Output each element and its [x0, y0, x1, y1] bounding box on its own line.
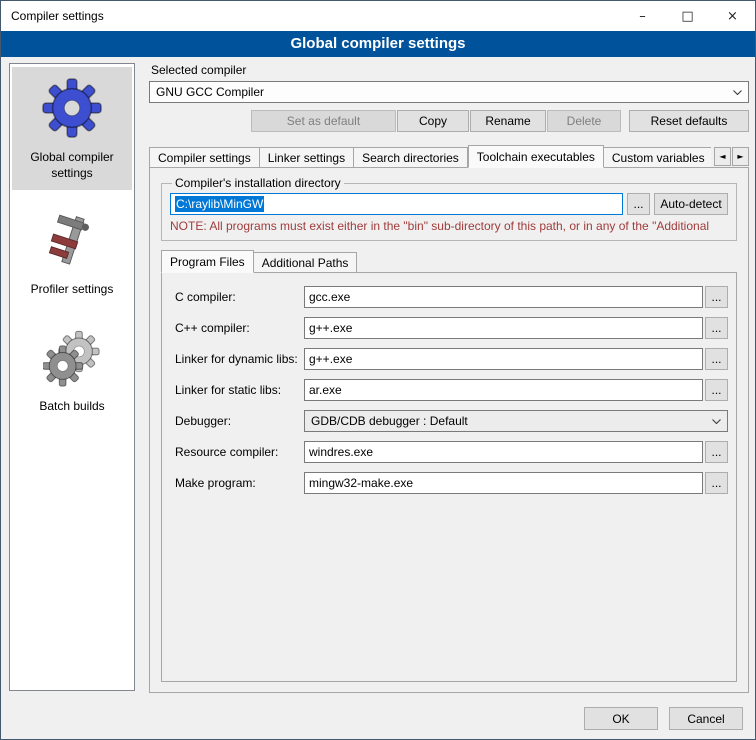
tab-linker-settings[interactable]: Linker settings: [260, 147, 354, 168]
cancel-button[interactable]: Cancel: [669, 707, 743, 730]
resource-compiler-browse-button[interactable]: ...: [705, 441, 728, 463]
cpp-compiler-browse-button[interactable]: ...: [705, 317, 728, 339]
close-button[interactable]: ×: [710, 1, 755, 31]
installation-directory-group: Compiler's installation directory C:\ray…: [161, 176, 737, 241]
profiler-clamp-icon: [43, 213, 101, 271]
chevron-down-icon: [728, 90, 742, 95]
delete-button: Delete: [547, 110, 621, 132]
settings-category-list: Global compiler settings Profiler settin…: [9, 63, 135, 691]
gray-gears-icon: [43, 330, 101, 388]
tab-compiler-settings[interactable]: Compiler settings: [149, 147, 260, 168]
c-compiler-input[interactable]: gcc.exe: [304, 286, 703, 308]
make-program-input[interactable]: mingw32-make.exe: [304, 472, 703, 494]
c-compiler-browse-button[interactable]: ...: [705, 286, 728, 308]
installation-directory-value: C:\raylib\MinGW: [175, 196, 264, 212]
set-as-default-button: Set as default: [251, 110, 396, 132]
debugger-value: GDB/CDB debugger : Default: [311, 414, 707, 428]
tab-scroll-left-icon[interactable]: ◄: [714, 147, 731, 166]
tab-toolchain-executables[interactable]: Toolchain executables: [468, 145, 604, 168]
settings-tabstrip: Compiler settings Linker settings Search…: [149, 145, 749, 168]
dialog-buttons: OK Cancel: [584, 707, 743, 730]
program-files-panel: C compiler: gcc.exe ... C++ compiler: g+…: [161, 272, 737, 682]
debugger-row: Debugger: GDB/CDB debugger : Default: [175, 410, 728, 432]
titlebar: Compiler settings – □ ×: [1, 1, 755, 31]
cpp-compiler-input[interactable]: g++.exe: [304, 317, 703, 339]
debugger-dropdown[interactable]: GDB/CDB debugger : Default: [304, 410, 728, 432]
chevron-down-icon: [707, 419, 721, 424]
tab-custom-variables[interactable]: Custom variables: [604, 147, 711, 168]
dynamic-linker-input[interactable]: g++.exe: [304, 348, 703, 370]
bin-subdirectory-note: NOTE: All programs must exist either in …: [170, 219, 728, 233]
compiler-actions: Set as default Copy Rename Delete Reset …: [149, 110, 749, 132]
dynamic-linker-row: Linker for dynamic libs: g++.exe ...: [175, 348, 728, 370]
make-program-browse-button[interactable]: ...: [705, 472, 728, 494]
ok-button[interactable]: OK: [584, 707, 658, 730]
resource-compiler-row: Resource compiler: windres.exe ...: [175, 441, 728, 463]
resource-compiler-input[interactable]: windres.exe: [304, 441, 703, 463]
static-linker-browse-button[interactable]: ...: [705, 379, 728, 401]
resource-compiler-label: Resource compiler:: [175, 445, 304, 459]
sidebar-item-label: Global compiler settings: [14, 150, 130, 181]
dynamic-linker-browse-button[interactable]: ...: [705, 348, 728, 370]
cpp-compiler-row: C++ compiler: g++.exe ...: [175, 317, 728, 339]
c-compiler-label: C compiler:: [175, 290, 304, 304]
installation-directory-legend: Compiler's installation directory: [172, 176, 344, 190]
cpp-compiler-label: C++ compiler:: [175, 321, 304, 335]
blue-gear-icon: [41, 77, 103, 139]
sidebar-item-label: Batch builds: [39, 399, 104, 415]
minimize-button[interactable]: –: [620, 1, 665, 31]
auto-detect-button[interactable]: Auto-detect: [654, 193, 728, 215]
tabs-scroll-area: Compiler settings Linker settings Search…: [149, 145, 711, 168]
rename-button[interactable]: Rename: [470, 110, 546, 132]
main-panel: Selected compiler GNU GCC Compiler Set a…: [149, 63, 749, 693]
program-files-tabstrip: Program Files Additional Paths: [161, 250, 737, 273]
compiler-settings-window: Compiler settings – □ × Global compiler …: [0, 0, 756, 740]
make-program-label: Make program:: [175, 476, 304, 490]
reset-defaults-button[interactable]: Reset defaults: [629, 110, 749, 132]
tab-search-directories[interactable]: Search directories: [354, 147, 468, 168]
selected-compiler-value: GNU GCC Compiler: [156, 85, 728, 99]
subtab-program-files[interactable]: Program Files: [161, 250, 254, 273]
sidebar-item-label: Profiler settings: [31, 282, 114, 298]
tab-scroll-buttons: ◄ ►: [714, 147, 749, 168]
copy-button[interactable]: Copy: [397, 110, 469, 132]
page-title: Global compiler settings: [1, 31, 755, 57]
window-title: Compiler settings: [1, 9, 104, 23]
maximize-button[interactable]: □: [665, 1, 710, 31]
selected-compiler-label: Selected compiler: [151, 63, 749, 77]
static-linker-row: Linker for static libs: ar.exe ...: [175, 379, 728, 401]
static-linker-input[interactable]: ar.exe: [304, 379, 703, 401]
debugger-label: Debugger:: [175, 414, 304, 428]
selected-compiler-dropdown[interactable]: GNU GCC Compiler: [149, 81, 749, 103]
toolchain-executables-panel: Compiler's installation directory C:\ray…: [149, 167, 749, 693]
subtab-additional-paths[interactable]: Additional Paths: [254, 252, 358, 273]
sidebar-item-global-compiler-settings[interactable]: Global compiler settings: [12, 67, 132, 190]
static-linker-label: Linker for static libs:: [175, 383, 304, 397]
sidebar-item-batch-builds[interactable]: Batch builds: [12, 320, 132, 424]
installation-directory-input[interactable]: C:\raylib\MinGW: [170, 193, 623, 215]
dynamic-linker-label: Linker for dynamic libs:: [175, 352, 304, 366]
c-compiler-row: C compiler: gcc.exe ...: [175, 286, 728, 308]
installation-directory-browse-button[interactable]: ...: [627, 193, 650, 215]
sidebar-item-profiler-settings[interactable]: Profiler settings: [12, 203, 132, 307]
tab-scroll-right-icon[interactable]: ►: [732, 147, 749, 166]
window-controls: – □ ×: [620, 1, 755, 31]
make-program-row: Make program: mingw32-make.exe ...: [175, 472, 728, 494]
